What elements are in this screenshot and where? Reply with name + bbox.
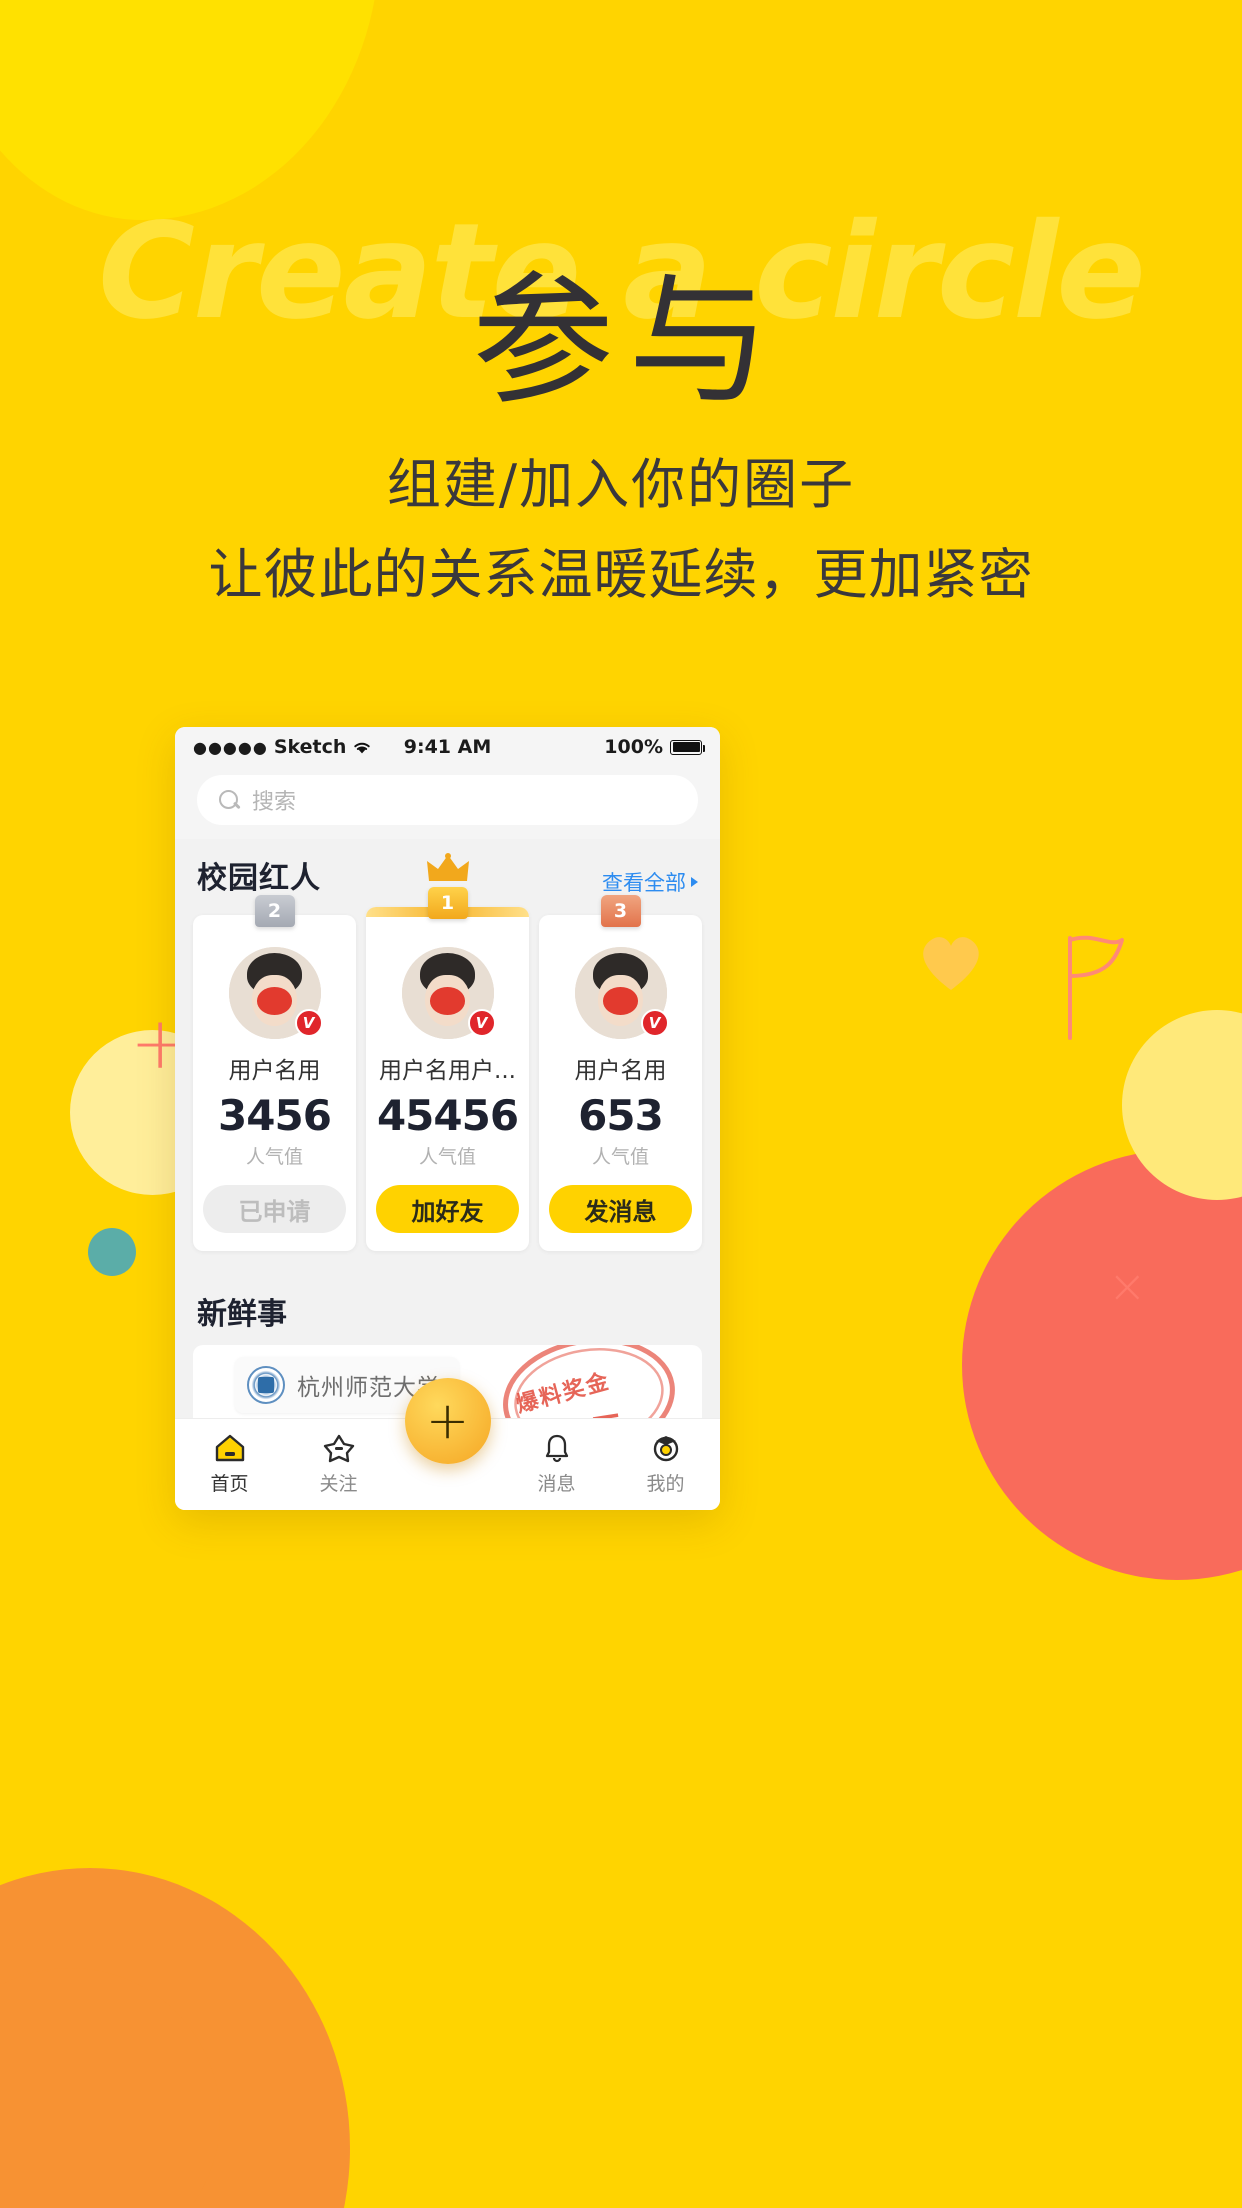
star-popularity-label: 人气值	[245, 1146, 303, 1168]
avatar: V	[228, 947, 323, 1039]
star-card-rank2[interactable]: 2 V 用户名用 3456 人气值 已申请	[193, 895, 356, 1251]
rank-badge: 3	[600, 895, 641, 927]
blob-coral-right	[962, 1150, 1242, 1580]
star-card-rank3[interactable]: 3 V 用户名用 653 人气值 发消息	[539, 895, 702, 1251]
avatar: V	[401, 947, 496, 1039]
chevron-right-icon	[691, 877, 698, 887]
tab-home-label: 首页	[210, 1473, 249, 1495]
crown-icon	[426, 853, 469, 881]
search-icon	[219, 789, 240, 811]
search-section: 搜索	[175, 767, 720, 839]
status-bar: ●●●●● Sketch 9:41 AM 100%	[175, 727, 720, 767]
wifi-icon	[354, 742, 371, 753]
search-input[interactable]: 搜索	[197, 775, 698, 825]
subtitle-line-2: 让彼此的关系温暖延续，更加紧密	[208, 543, 1034, 606]
star-popularity-label: 人气值	[591, 1146, 649, 1168]
bell-icon	[502, 1431, 611, 1465]
rank-badge: 2	[254, 895, 295, 927]
star-name: 用户名用户...	[379, 1058, 516, 1084]
carrier-label: Sketch	[273, 736, 347, 758]
status-bar-right: 100%	[491, 736, 705, 758]
page-title: 参与	[472, 259, 784, 424]
star-name: 用户名用	[228, 1058, 321, 1084]
signal-dots-icon: ●●●●●	[193, 737, 268, 757]
star-action-button[interactable]: 发消息	[549, 1185, 692, 1233]
status-bar-clock: 9:41 AM	[403, 736, 492, 758]
tab-follow-label: 关注	[319, 1473, 358, 1495]
profile-icon	[611, 1431, 720, 1465]
star-popularity-value: 45456	[376, 1091, 519, 1140]
tab-messages[interactable]: 消息	[502, 1431, 611, 1496]
status-bar-left: ●●●●● Sketch	[193, 736, 404, 758]
star-popularity-label: 人气值	[418, 1146, 476, 1168]
home-icon	[175, 1431, 284, 1465]
tab-profile-label: 我的	[646, 1473, 685, 1495]
star-popularity-value: 653	[578, 1091, 664, 1140]
rank-badge: 1	[427, 887, 468, 919]
tab-messages-label: 消息	[537, 1473, 576, 1495]
phone-mockup: ●●●●● Sketch 9:41 AM 100% 搜索 校园红人 查看全部 2…	[175, 727, 720, 1510]
star-icon	[284, 1431, 393, 1465]
battery-icon	[670, 739, 705, 755]
feed-section-title: 新鲜事	[175, 1273, 720, 1345]
star-card-rank1[interactable]: 1 V 用户名用户... 45456 人气值 加好友	[366, 853, 529, 1251]
corner-shape-top-left	[0, 0, 380, 220]
star-action-button[interactable]: 加好友	[376, 1185, 519, 1233]
x-decor-icon: ×	[1108, 1259, 1147, 1313]
school-badge-icon	[247, 1366, 285, 1404]
subtitle-line-1: 组建/加入你的圈子	[386, 453, 856, 516]
verified-v-icon: V	[640, 1009, 669, 1037]
tab-home[interactable]: 首页	[175, 1431, 284, 1496]
star-popularity-value: 3456	[218, 1091, 332, 1140]
view-all-label: 查看全部	[602, 871, 686, 895]
star-action-button[interactable]: 已申请	[203, 1185, 346, 1233]
verified-v-icon: V	[294, 1009, 323, 1037]
stamp-line-1: 爆料奖金	[513, 1369, 613, 1419]
avatar: V	[574, 947, 669, 1039]
tab-profile[interactable]: 我的	[611, 1431, 720, 1496]
heart-decor-icon	[923, 937, 979, 990]
plus-icon: +	[425, 1391, 470, 1451]
view-all-link[interactable]: 查看全部	[602, 867, 698, 897]
create-post-fab[interactable]: +	[404, 1378, 491, 1464]
search-placeholder: 搜索	[252, 790, 297, 815]
campus-stars-title: 校园红人	[197, 861, 321, 896]
verified-v-icon: V	[467, 1009, 496, 1037]
campus-stars-cards: 2 V 用户名用 3456 人气值 已申请 1 V 用户名用户... 45456	[175, 853, 720, 1273]
star-name: 用户名用	[574, 1058, 667, 1084]
battery-percent-label: 100%	[604, 736, 663, 758]
flag-decor-icon	[1068, 935, 1124, 1040]
dot-teal	[88, 1228, 136, 1276]
tab-follow[interactable]: 关注	[284, 1431, 393, 1496]
